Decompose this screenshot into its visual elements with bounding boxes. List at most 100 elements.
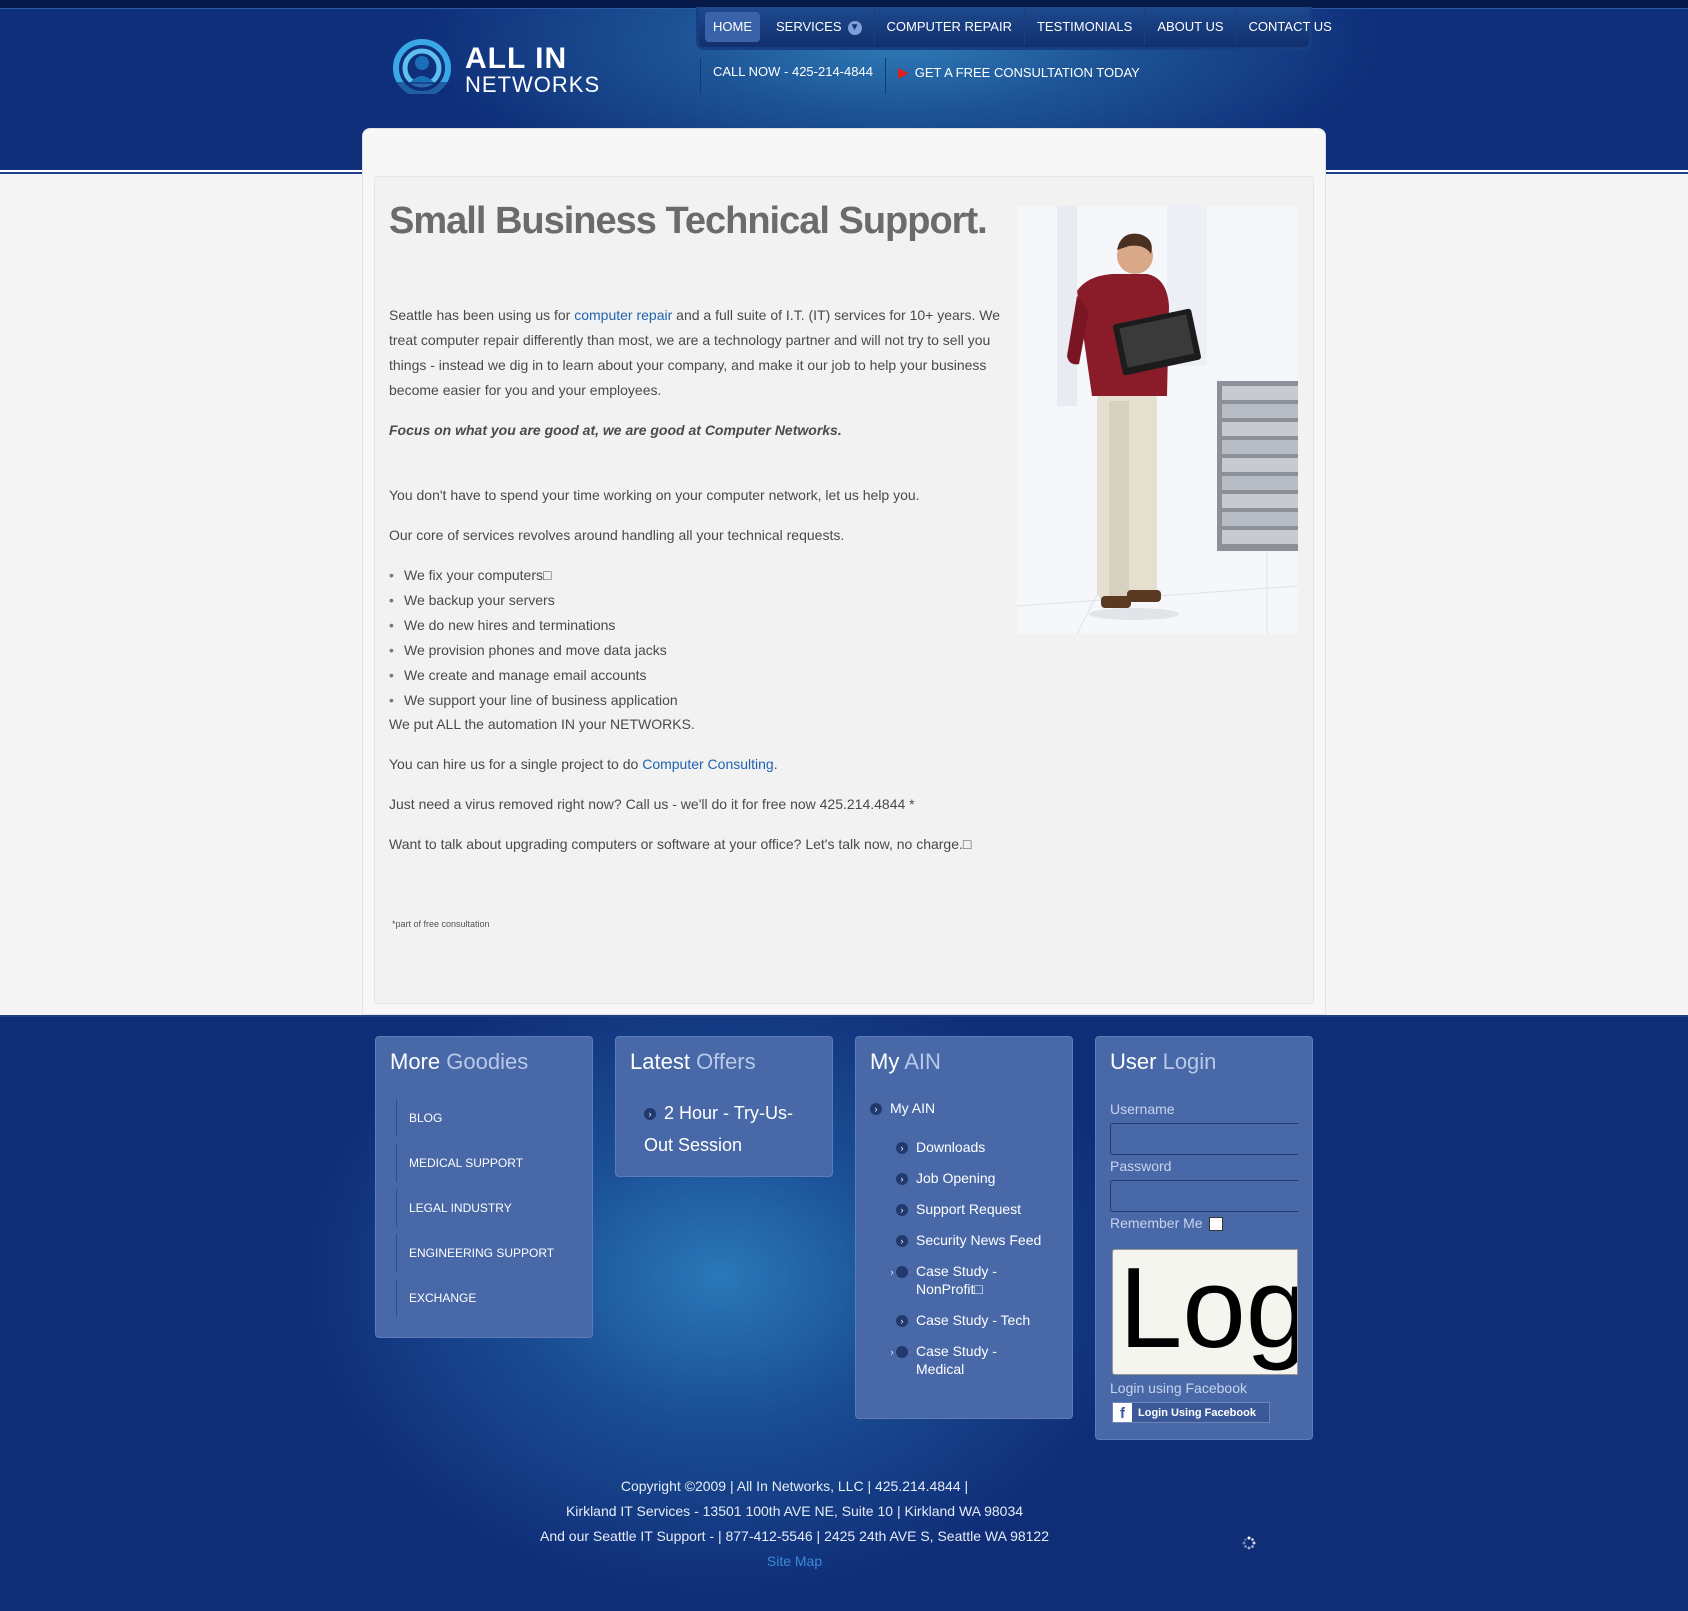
help-paragraph: You don't have to spend your time workin… (389, 487, 920, 503)
chevron-right-icon: › (644, 1108, 656, 1121)
main-nav: HOME SERVICES ▼ COMPUTER REPAIR TESTIMONI… (696, 7, 1332, 50)
security-news-feed-label: Security News Feed (916, 1232, 1042, 1248)
title-part-a: User (1110, 1049, 1157, 1074)
technician-photo (1017, 206, 1298, 634)
widget-title: My AIN (870, 1049, 941, 1075)
chevron-right-icon: › (896, 1204, 908, 1217)
footer (0, 1017, 1688, 1611)
remember-me-label: Remember Me (1110, 1215, 1203, 1231)
case-study-tech-label: Case Study - Tech (916, 1312, 1031, 1328)
list-item: We provision phones and move data jacks (389, 638, 678, 663)
remember-me-checkbox[interactable] (1208, 1217, 1223, 1232)
goodies-exchange-link[interactable]: EXCHANGE (396, 1279, 476, 1317)
services-list: We fix your computers□ We backup your se… (389, 563, 678, 713)
security-news-feed-link[interactable]: › Security News Feed (896, 1231, 1041, 1249)
goodies-blog-link[interactable]: BLOG (396, 1099, 442, 1137)
facebook-login-button[interactable]: f Login Using Facebook (1112, 1402, 1270, 1423)
sub-nav: CALL NOW - 425-214-4844 ▶ GET A FREE CONS… (700, 58, 1152, 94)
goodies-engineering-support-link[interactable]: ENGINEERING SUPPORT (396, 1234, 554, 1272)
case-study-medical-link[interactable]: › Case Study - Medical (891, 1342, 1036, 1378)
facebook-login-label: Login using Facebook (1110, 1380, 1247, 1396)
goodies-medical-support-link[interactable]: MEDICAL SUPPORT (396, 1144, 523, 1182)
facebook-button-label: Login Using Facebook (1138, 1406, 1256, 1419)
goodies-legal-industry-link[interactable]: LEGAL INDUSTRY (396, 1189, 512, 1227)
case-study-nonprofit-link[interactable]: › Case Study - NonProfit□ (891, 1262, 1036, 1298)
username-input[interactable] (1110, 1123, 1298, 1155)
footnote: *part of free consultation (392, 919, 490, 929)
login-button[interactable]: Log (1112, 1249, 1298, 1375)
consulting-paragraph: You can hire us for a single project to … (389, 752, 1019, 777)
widget-title: Latest Offers (630, 1049, 756, 1075)
list-item: We support your line of business applica… (389, 688, 678, 713)
virus-paragraph: Just need a virus removed right now? Cal… (389, 796, 915, 812)
title-part-b: Login (1162, 1049, 1217, 1074)
chevron-right-icon: › (896, 1315, 908, 1328)
call-now-link[interactable]: CALL NOW - 425-214-4844 (700, 58, 885, 94)
more-goodies-widget: More Goodies BLOG MEDICAL SUPPORT LEGAL … (375, 1036, 593, 1338)
nav-contact-us[interactable]: CONTACT US (1237, 9, 1344, 45)
computer-consulting-link[interactable]: Computer Consulting (642, 756, 774, 772)
chevron-right-icon: › (891, 1266, 908, 1279)
title-part-b: Offers (696, 1049, 756, 1074)
consulting-text-after: . (773, 756, 778, 772)
username-label: Username (1110, 1101, 1175, 1117)
list-item: We backup your servers (389, 588, 678, 613)
support-request-link[interactable]: › Support Request (896, 1200, 1021, 1218)
chevron-right-icon: › (896, 1142, 908, 1155)
copyright-line: Copyright ©2009 | All In Networks, LLC |… (620, 1478, 969, 1494)
arrow-right-icon: ▶ (897, 64, 909, 80)
consulting-text-before: You can hire us for a single project to … (389, 756, 643, 772)
case-study-tech-link[interactable]: › Case Study - Tech (896, 1311, 1030, 1329)
page-title: Small Business Technical Support. (389, 200, 988, 242)
offer-link[interactable]: › 2 Hour - Try-Us-Out Session (644, 1097, 814, 1161)
intro-text-before: Seattle has been using us for (389, 307, 575, 323)
latest-offers-widget: Latest Offers › 2 Hour - Try-Us-Out Sessi… (615, 1036, 833, 1177)
chevron-right-icon: › (870, 1103, 882, 1116)
downloads-link[interactable]: › Downloads (896, 1138, 985, 1156)
remember-me-row: Remember Me (1110, 1215, 1223, 1232)
logo-subtitle: NETWORKS (465, 72, 601, 97)
widget-title: More Goodies (390, 1049, 528, 1075)
nav-home[interactable]: HOME (705, 12, 760, 42)
tagline: Focus on what you are good at, we are go… (389, 422, 842, 438)
title-part-a: My (870, 1049, 900, 1074)
password-label: Password (1110, 1158, 1172, 1174)
automation-paragraph: We put ALL the automation IN your NETWOR… (389, 716, 695, 732)
offer-label: 2 Hour - Try-Us-Out Session (644, 1103, 794, 1155)
core-services-paragraph: Our core of services revolves around han… (389, 527, 845, 543)
chevron-down-icon[interactable]: ▼ (847, 20, 862, 35)
list-item: We create and manage email accounts (389, 663, 678, 688)
upgrade-paragraph: Want to talk about upgrading computers o… (389, 836, 972, 852)
title-part-b: AIN (904, 1049, 941, 1074)
job-opening-label: Job Opening (916, 1170, 996, 1186)
intro-paragraph: Seattle has been using us for computer r… (389, 303, 1019, 403)
nav-services[interactable]: SERVICES ▼ (764, 9, 875, 45)
list-item: We fix your computers□ (389, 563, 678, 588)
title-part-a: Latest (630, 1049, 690, 1074)
chevron-right-icon: › (896, 1173, 908, 1186)
job-opening-link[interactable]: › Job Opening (896, 1169, 995, 1187)
logo-icon (392, 39, 454, 94)
case-study-medical-label: Case Study - Medical (916, 1343, 997, 1377)
my-ain-label: My AIN (890, 1100, 936, 1116)
my-ain-widget: My AIN › My AIN › Downloads › Job Opening ›… (855, 1036, 1073, 1419)
facebook-icon: f (1113, 1403, 1132, 1422)
downloads-label: Downloads (916, 1139, 986, 1155)
computer-repair-link[interactable]: computer repair (574, 307, 672, 323)
seattle-address: And our Seattle IT Support - | 877-412-5… (539, 1528, 1050, 1544)
chevron-right-icon: › (896, 1235, 908, 1248)
nav-about-us[interactable]: ABOUT US (1145, 9, 1237, 45)
site-map-link[interactable]: Site Map (0, 1553, 1589, 1569)
support-request-label: Support Request (916, 1201, 1022, 1217)
nav-testimonials[interactable]: TESTIMONIALS (1025, 9, 1146, 45)
case-study-nonprofit-label: Case Study - NonProfit□ (916, 1263, 997, 1297)
widget-title: User Login (1110, 1049, 1216, 1075)
password-input[interactable] (1110, 1180, 1298, 1212)
logo[interactable]: ALL IN NETWORKS (392, 38, 632, 98)
my-ain-link[interactable]: › My AIN (870, 1099, 935, 1117)
consultation-link[interactable]: ▶ GET A FREE CONSULTATION TODAY (884, 58, 1152, 94)
logo-title: ALL IN (465, 42, 568, 75)
nav-services-label: SERVICES (776, 19, 842, 34)
user-login-widget: User Login Username Password Remember Me… (1095, 1036, 1313, 1440)
nav-computer-repair[interactable]: COMPUTER REPAIR (875, 9, 1025, 45)
